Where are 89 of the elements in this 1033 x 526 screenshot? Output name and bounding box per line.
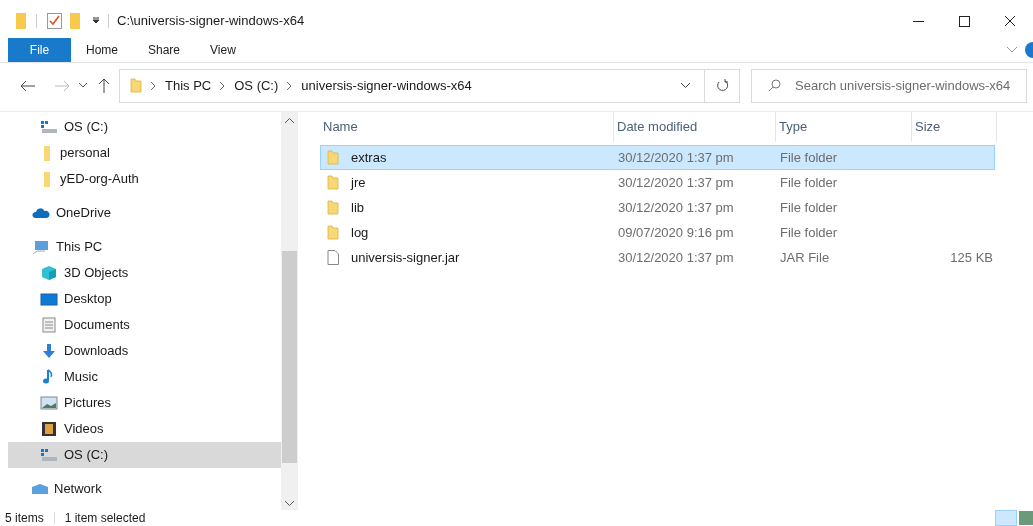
help-icon[interactable] (1025, 42, 1033, 58)
down-arrow-icon (40, 343, 58, 359)
folder-icon (44, 171, 50, 187)
window-title: C:\universis-signer-windows-x64 (117, 12, 305, 31)
scroll-up-icon[interactable] (285, 118, 294, 123)
ribbon-tab[interactable]: View (195, 38, 251, 62)
chevron-down-icon[interactable] (681, 83, 690, 88)
date-cell-text: 09/07/2020 9:16 pm (617, 223, 735, 242)
film-icon (40, 421, 58, 437)
picture-icon (40, 395, 58, 411)
chevron-right-icon[interactable] (287, 81, 293, 90)
ribbon-tab[interactable]: File (8, 38, 71, 62)
address-bar[interactable]: This PC OS (C:) universis-signer-windows-x64 (119, 68, 740, 103)
column-header[interactable]: Date modified (614, 112, 776, 142)
folder-icon (327, 200, 339, 215)
file-name: log (351, 223, 369, 242)
file-name: extras (351, 148, 387, 167)
desktop-icon (40, 291, 58, 307)
type-cell-text: File folder (779, 148, 839, 167)
status-text: 1 item selected (64, 510, 146, 526)
folder-icon (130, 78, 142, 93)
date-cell-text: 30/12/2020 1:37 pm (617, 173, 735, 192)
column-header[interactable]: Size (912, 112, 997, 142)
ribbon-tab[interactable]: Share (133, 38, 196, 62)
breadcrumb[interactable]: This PC (165, 75, 212, 96)
nav-item[interactable]: Documents (8, 312, 281, 338)
drive-icon (40, 119, 58, 135)
file-row[interactable]: extras 30/12/2020 1:37 pm File folder (320, 145, 995, 170)
breadcrumb[interactable]: universis-signer-windows-x64 (301, 75, 472, 96)
file-row[interactable]: jre 30/12/2020 1:37 pm File folder (320, 170, 995, 195)
folder-icon (44, 145, 50, 161)
file-name: universis-signer.jar (351, 248, 460, 267)
file-row[interactable]: lib 30/12/2020 1:37 pm File folder (320, 195, 995, 220)
nav-item[interactable]: 3D Objects (8, 260, 281, 286)
type-cell-text: File folder (779, 223, 839, 242)
folder-icon (327, 150, 339, 165)
nav-item[interactable]: OS (C:) (8, 442, 281, 468)
document-icon (40, 317, 58, 333)
search-field[interactable]: Search universis-signer-windows-x64 (751, 68, 1027, 103)
cube-icon (40, 265, 58, 281)
nav-item[interactable]: Videos (8, 416, 281, 442)
file-name: jre (351, 173, 366, 192)
checklist-icon[interactable] (47, 13, 62, 29)
nav-item[interactable]: Pictures (8, 390, 281, 416)
date-cell-text: 30/12/2020 1:37 pm (617, 148, 735, 167)
nav-item[interactable]: yED-org-Auth (8, 166, 281, 192)
breadcrumb[interactable]: OS (C:) (234, 75, 279, 96)
date-cell-text: 30/12/2020 1:37 pm (617, 248, 735, 267)
thumbnail-view-button[interactable] (1019, 511, 1033, 525)
folder-icon (327, 225, 339, 240)
nav-item[interactable]: OS (C:) (8, 114, 281, 140)
file-row[interactable]: universis-signer.jar 30/12/2020 1:37 pm JAR File 125 KB (320, 245, 995, 270)
nav-item[interactable]: OneDrive (8, 200, 281, 226)
dropdown-icon[interactable] (92, 17, 100, 25)
chevron-down-icon[interactable] (79, 83, 87, 88)
type-cell-text: File folder (779, 198, 839, 217)
cloud-icon (32, 205, 50, 221)
network-icon (32, 484, 48, 494)
size-cell-text: 125 KB (950, 248, 993, 267)
up-arrow-icon[interactable] (98, 77, 110, 94)
type-cell-text: JAR File (779, 248, 831, 267)
nav-item[interactable]: Music (8, 364, 281, 390)
drive-icon (40, 447, 58, 463)
file-name: lib (351, 198, 364, 217)
nav-item[interactable]: Desktop (8, 286, 281, 312)
nav-item[interactable]: personal (8, 140, 281, 166)
nav-item[interactable]: Network (8, 476, 281, 502)
chevron-right-icon[interactable] (220, 81, 226, 90)
refresh-icon (715, 79, 729, 92)
nav-item[interactable]: Downloads (8, 338, 281, 364)
column-header[interactable]: Name (320, 112, 614, 142)
computer-icon (32, 239, 50, 255)
back-arrow-icon[interactable] (20, 79, 36, 92)
ribbon-tab[interactable]: Home (71, 38, 133, 62)
type-cell-text: File folder (779, 173, 839, 192)
folder-icon (327, 175, 339, 190)
nav-item[interactable]: This PC (8, 234, 281, 260)
date-cell-text: 30/12/2020 1:37 pm (617, 198, 735, 217)
chevron-right-icon[interactable] (151, 81, 156, 90)
scroll-down-icon[interactable] (285, 501, 294, 506)
search-icon (768, 79, 781, 92)
search-input[interactable]: Search universis-signer-windows-x64 (795, 75, 1026, 96)
status-text: 5 items (5, 510, 44, 526)
maximize-icon (958, 15, 970, 27)
column-header[interactable]: Type (776, 112, 912, 142)
minimize-icon (912, 20, 924, 22)
close-icon (1004, 15, 1016, 27)
file-icon (327, 250, 339, 265)
file-row[interactable]: log 09/07/2020 9:16 pm File folder (320, 220, 995, 245)
